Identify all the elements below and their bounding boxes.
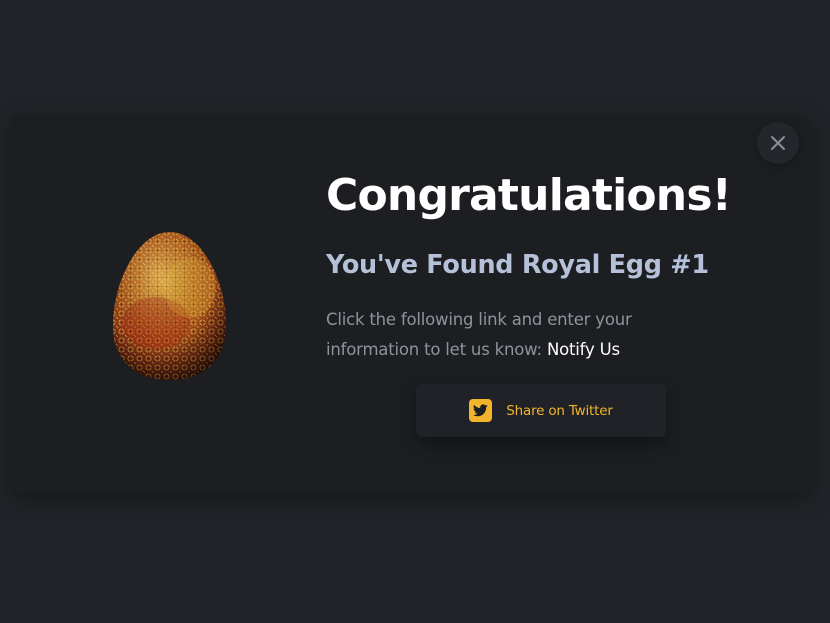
share-button-label: Share on Twitter (506, 402, 613, 419)
notify-message: Click the following link and enter your … (326, 305, 716, 365)
page-title: Congratulations! (326, 170, 732, 221)
notify-us-link[interactable]: Notify Us (547, 340, 620, 359)
royal-egg-image (108, 228, 232, 384)
share-on-twitter-button[interactable]: Share on Twitter (416, 384, 666, 437)
twitter-icon (469, 399, 493, 422)
close-button[interactable] (757, 122, 799, 164)
close-icon (771, 136, 785, 150)
egg-found-subtitle: You've Found Royal Egg #1 (326, 250, 709, 280)
